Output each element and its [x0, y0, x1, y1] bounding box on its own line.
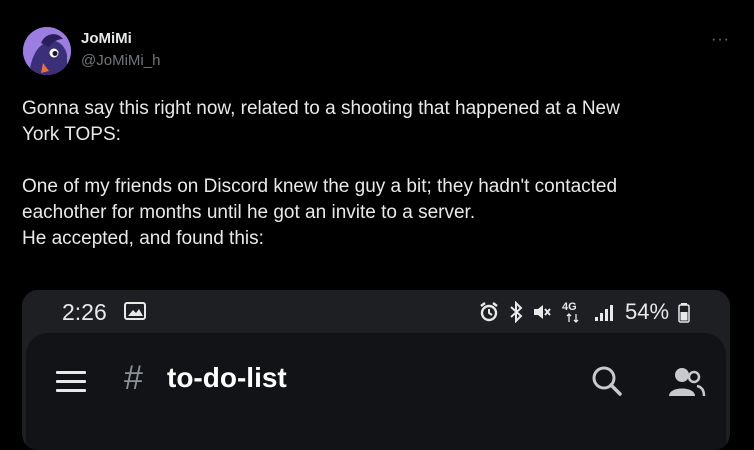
tweet-author: JoMiMi @JoMiMi_h: [81, 29, 160, 71]
display-name[interactable]: JoMiMi: [81, 29, 160, 49]
discord-app-bar: # to-do-list: [26, 333, 726, 450]
phone-status-bar: 2:26 4G 54%: [22, 290, 730, 334]
members-icon[interactable]: [666, 364, 706, 398]
gallery-icon: [124, 302, 146, 320]
channel-name[interactable]: to-do-list: [167, 362, 287, 394]
status-time: 2:26: [62, 299, 107, 325]
network-type: 4G: [560, 301, 586, 323]
pony-avatar-icon: [23, 27, 71, 75]
bluetooth-icon: [510, 301, 523, 323]
handle[interactable]: @JoMiMi_h: [81, 51, 160, 71]
avatar[interactable]: [23, 27, 71, 75]
alarm-icon: [480, 302, 498, 322]
data-arrows-icon: [566, 313, 579, 323]
status-icons: 4G: [478, 300, 616, 324]
more-options-icon[interactable]: ···: [711, 31, 730, 49]
battery-icon: [678, 303, 690, 323]
signal-icon: [595, 305, 613, 321]
hamburger-menu-icon[interactable]: [56, 370, 86, 392]
battery-percent: 54%: [625, 299, 670, 324]
mute-icon: [534, 305, 551, 319]
channel-hash-icon: #: [124, 359, 143, 397]
search-icon[interactable]: [590, 364, 624, 398]
tweet-text: Gonna say this right now, related to a s…: [22, 98, 620, 249]
tweet-media[interactable]: 2:26 4G 54% # to-do-list: [22, 290, 730, 450]
